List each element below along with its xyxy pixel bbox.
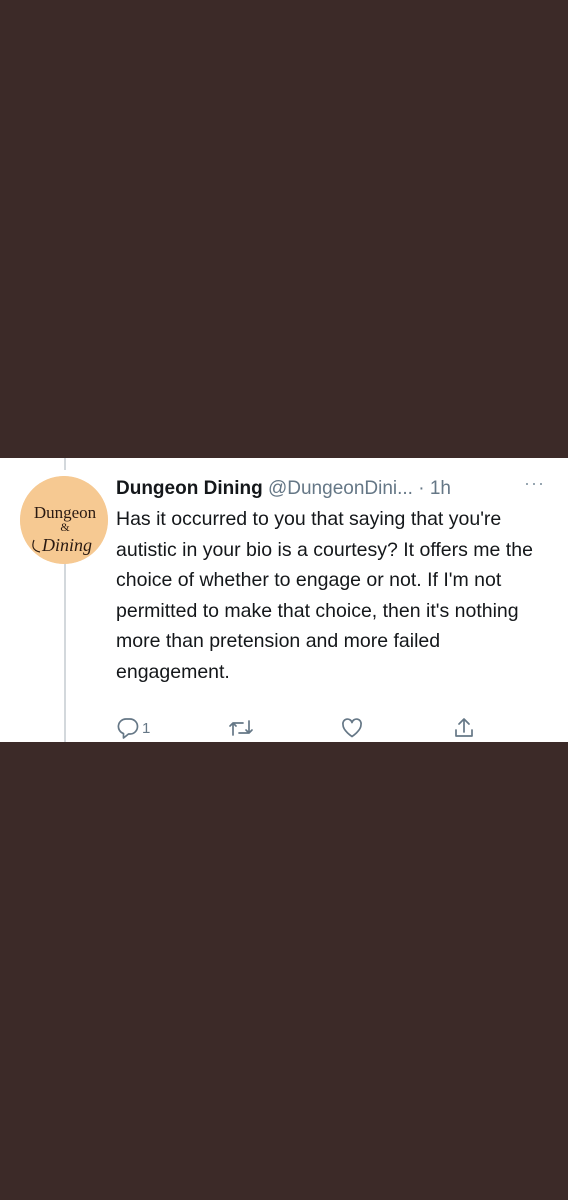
retweet-icon — [229, 720, 253, 736]
more-options-icon[interactable]: ··· — [524, 474, 548, 498]
tweet-header: Dungeon Dining @DungeonDini... · 1h ··· — [116, 474, 556, 504]
timestamp[interactable]: 1h — [430, 478, 451, 499]
reply-count: 1 — [142, 719, 151, 737]
thread-line — [64, 560, 66, 742]
display-name[interactable]: Dungeon Dining — [116, 478, 263, 499]
thread-line — [64, 458, 66, 470]
retweet-button[interactable] — [228, 716, 254, 740]
heart-icon — [342, 718, 362, 738]
avatar[interactable]: Dungeon & Dining — [20, 476, 108, 564]
reply-button[interactable]: 1 — [116, 716, 150, 740]
user-handle[interactable]: @DungeonDini... — [268, 478, 413, 499]
share-icon — [455, 718, 473, 737]
tweet-text: Has it occurred to you that saying that … — [116, 508, 533, 683]
share-button[interactable] — [452, 716, 476, 740]
reply-icon — [117, 718, 139, 739]
like-button[interactable] — [340, 716, 364, 740]
tweet-actions: 1 — [116, 716, 556, 740]
tweet-card[interactable]: Dungeon & Dining Dungeon Dining @Dungeon… — [0, 458, 568, 742]
avatar-logo: Dungeon & Dining — [20, 476, 108, 564]
svg-text:&: & — [60, 520, 70, 534]
separator: · — [418, 478, 425, 499]
svg-text:Dining: Dining — [41, 535, 92, 555]
